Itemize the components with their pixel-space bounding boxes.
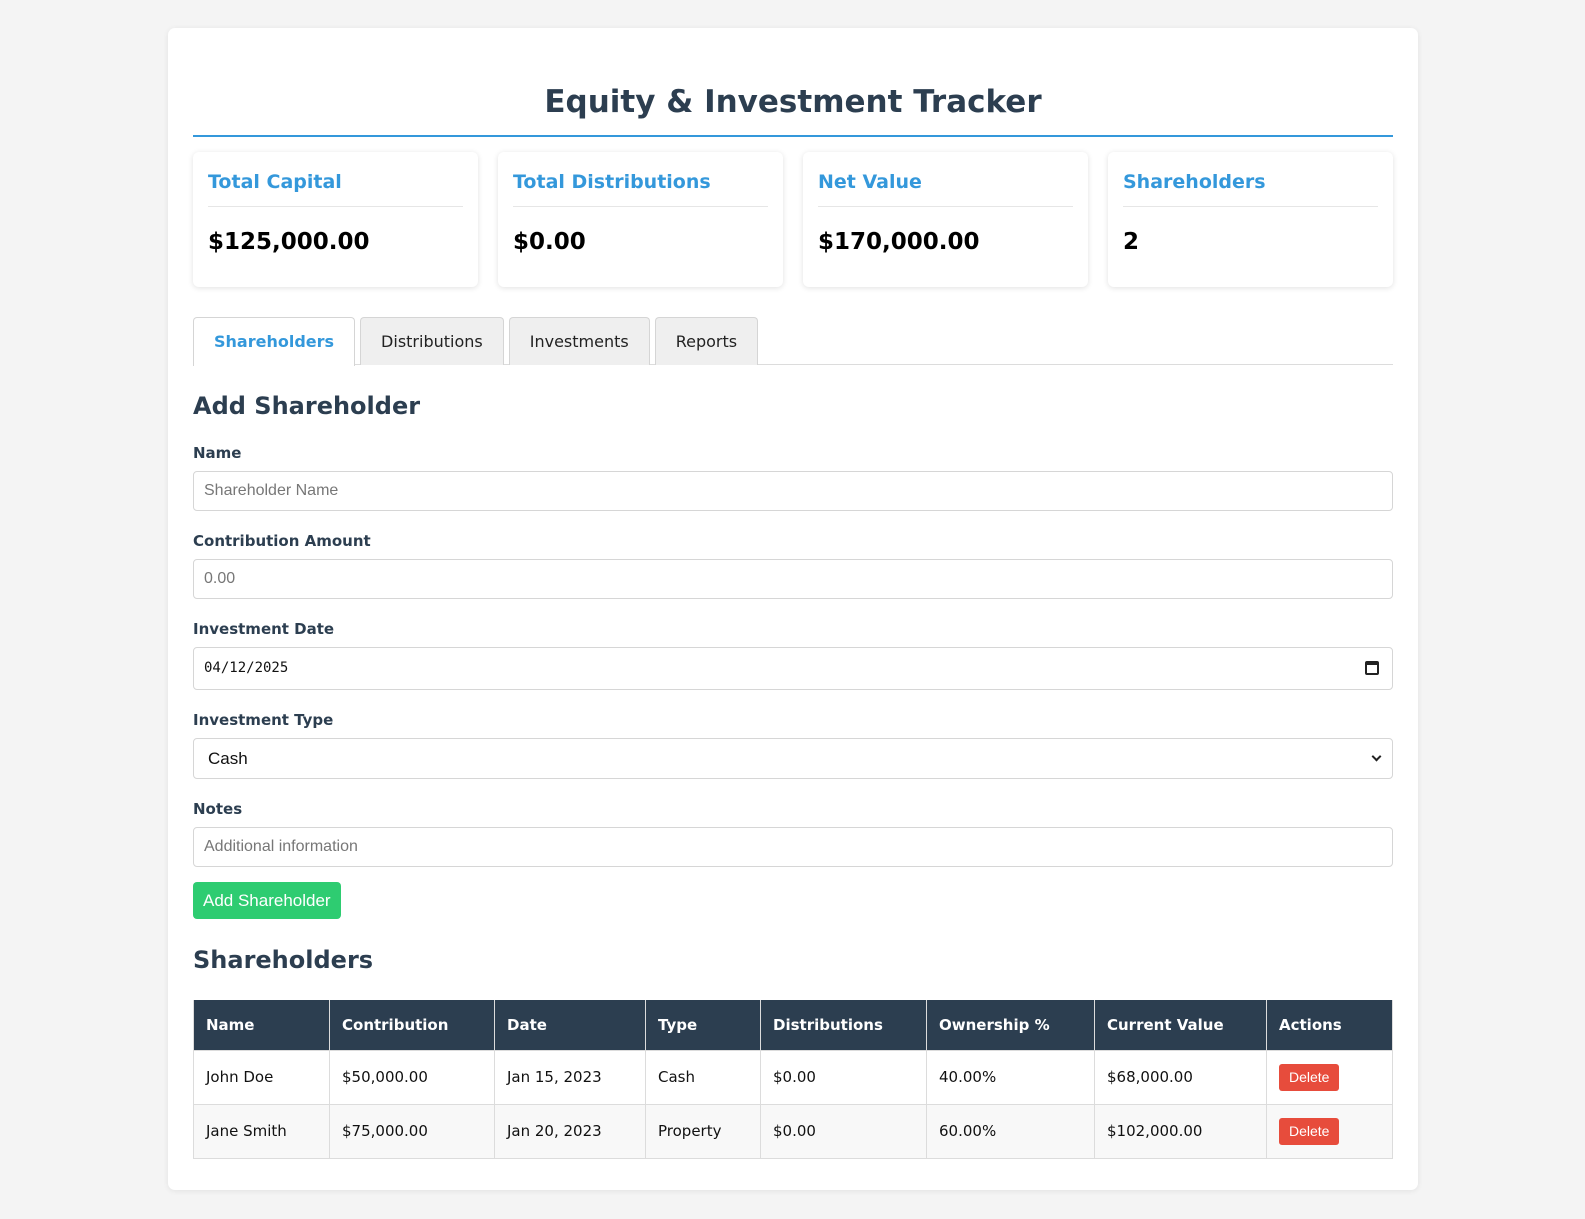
column-header-type: Type <box>645 1000 761 1051</box>
investment-date-input[interactable]: 04/12/2025 <box>193 647 1393 690</box>
column-header-current-value: Current Value <box>1094 1000 1267 1051</box>
chevron-down-icon <box>1371 751 1382 762</box>
form-heading: Add Shareholder <box>193 392 421 420</box>
notes-label: Notes <box>193 800 243 818</box>
cell-date: Jan 15, 2023 <box>494 1049 646 1105</box>
card-value: $0.00 <box>513 229 586 255</box>
column-header-distributions: Distributions <box>760 1000 927 1051</box>
investment-type-select[interactable]: Cash <box>193 738 1393 779</box>
delete-button[interactable]: Delete <box>1279 1117 1340 1145</box>
column-header-actions: Actions <box>1266 1000 1393 1051</box>
column-header-ownership: Ownership % <box>926 1000 1095 1051</box>
cell-current-value: $102,000.00 <box>1094 1103 1267 1159</box>
tab-shareholders[interactable]: Shareholders <box>193 317 356 366</box>
cell-type: Property <box>645 1103 761 1159</box>
tab-distributions[interactable]: Distributions <box>360 317 504 365</box>
cell-actions: Delete <box>1266 1103 1393 1159</box>
card-net-value: Net Value $170,000.00 <box>803 152 1088 287</box>
notes-input[interactable]: Additional information <box>193 827 1393 867</box>
calendar-icon[interactable] <box>1365 661 1379 675</box>
cell-ownership: 60.00% <box>926 1103 1095 1159</box>
cell-contribution: $50,000.00 <box>329 1049 495 1105</box>
cell-date: Jan 20, 2023 <box>494 1103 646 1159</box>
cell-current-value: $68,000.00 <box>1094 1049 1267 1105</box>
tab-bar: Shareholders Distributions Investments R… <box>193 317 1393 366</box>
main-container: Equity & Investment Tracker Total Capita… <box>168 28 1418 1190</box>
card-shareholders: Shareholders 2 <box>1108 152 1393 287</box>
shareholders-table: Name Contribution Date Type Distribution… <box>193 1000 1393 1159</box>
card-value: 2 <box>1123 229 1140 255</box>
contribution-label: Contribution Amount <box>193 532 371 550</box>
tab-investments[interactable]: Investments <box>508 317 650 365</box>
name-label: Name <box>193 444 242 462</box>
column-header-name: Name <box>193 1000 330 1051</box>
investment-type-value: Cash <box>208 749 248 768</box>
investment-type-label: Investment Type <box>193 711 334 729</box>
card-value: $170,000.00 <box>818 229 980 255</box>
table-row: Jane Smith $75,000.00 Jan 20, 2023 Prope… <box>193 1103 1393 1159</box>
card-label: Total Capital <box>208 170 463 207</box>
cell-distributions: $0.00 <box>760 1049 927 1105</box>
card-label: Total Distributions <box>513 170 768 207</box>
card-label: Net Value <box>818 170 1073 207</box>
delete-button[interactable]: Delete <box>1279 1063 1340 1091</box>
cell-name: Jane Smith <box>193 1103 330 1159</box>
cell-ownership: 40.00% <box>926 1049 1095 1105</box>
add-shareholder-button[interactable]: Add Shareholder <box>193 882 341 919</box>
card-value: $125,000.00 <box>208 229 370 255</box>
summary-cards: Total Capital $125,000.00 Total Distribu… <box>193 152 1393 287</box>
cell-distributions: $0.00 <box>760 1103 927 1159</box>
page-title: Equity & Investment Tracker <box>193 28 1393 137</box>
cell-actions: Delete <box>1266 1049 1393 1105</box>
table-row: John Doe $50,000.00 Jan 15, 2023 Cash $0… <box>193 1049 1393 1105</box>
cell-name: John Doe <box>193 1049 330 1105</box>
name-input[interactable]: Shareholder Name <box>193 471 1393 511</box>
contribution-input[interactable]: 0.00 <box>193 559 1393 599</box>
investment-date-value: 04/12/2025 <box>204 660 289 676</box>
card-label: Shareholders <box>1123 170 1378 207</box>
investment-date-label: Investment Date <box>193 620 335 638</box>
card-total-capital: Total Capital $125,000.00 <box>193 152 478 287</box>
column-header-contribution: Contribution <box>329 1000 495 1051</box>
card-total-distributions: Total Distributions $0.00 <box>498 152 783 287</box>
cell-type: Cash <box>645 1049 761 1105</box>
table-heading: Shareholders <box>193 946 374 974</box>
table-header-row: Name Contribution Date Type Distribution… <box>193 1000 1393 1051</box>
tab-reports[interactable]: Reports <box>654 317 759 365</box>
column-header-date: Date <box>494 1000 646 1051</box>
cell-contribution: $75,000.00 <box>329 1103 495 1159</box>
